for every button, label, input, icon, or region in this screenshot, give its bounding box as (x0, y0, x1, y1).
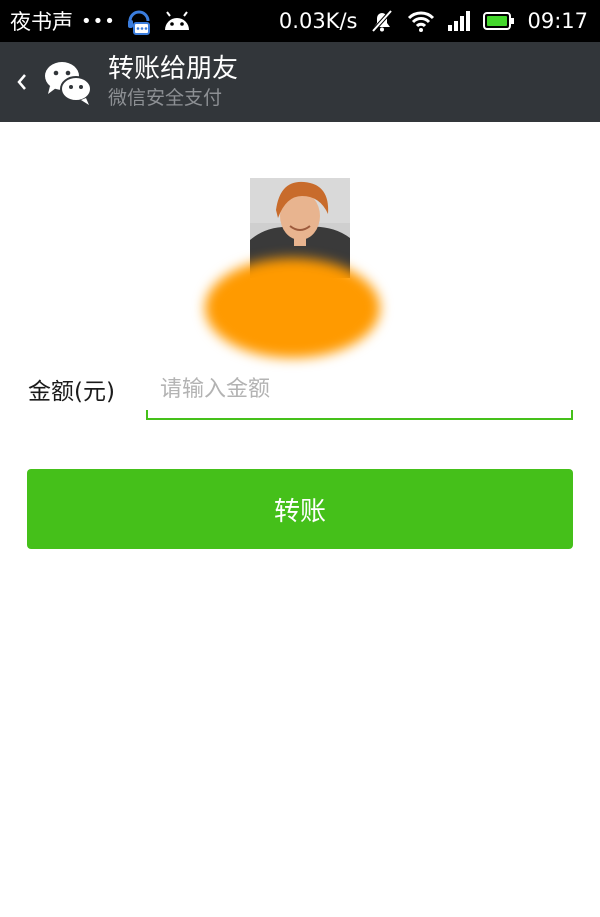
status-time: 09:17 (527, 9, 588, 33)
page-title: 转账给朋友 (108, 54, 239, 84)
status-bar: 夜书声 ••• 0.03K/s 09:17 (0, 0, 600, 42)
recipient-name-redaction (205, 258, 380, 358)
mute-icon (369, 8, 395, 34)
back-button[interactable] (4, 42, 40, 122)
page-subtitle: 微信安全支付 (108, 87, 223, 109)
signal-icon (447, 10, 471, 32)
amount-input[interactable] (148, 360, 572, 418)
status-dots: ••• (81, 10, 116, 32)
status-net-speed: 0.03K/s (278, 9, 358, 33)
input-underline-right-tick (571, 410, 573, 420)
wechat-logo-icon (42, 56, 94, 108)
amount-label: 金额(元) (28, 379, 115, 405)
android-icon (162, 8, 192, 34)
wifi-icon (407, 9, 435, 33)
battery-icon (483, 11, 515, 31)
title-bar: 转账给朋友 微信安全支付 (0, 42, 600, 122)
amount-input-underline (146, 418, 573, 420)
transfer-button[interactable]: 转账 (27, 469, 573, 549)
status-app-name: 夜书声 (10, 10, 73, 34)
chevron-left-icon (17, 74, 26, 90)
headset-chat-icon (124, 6, 154, 36)
